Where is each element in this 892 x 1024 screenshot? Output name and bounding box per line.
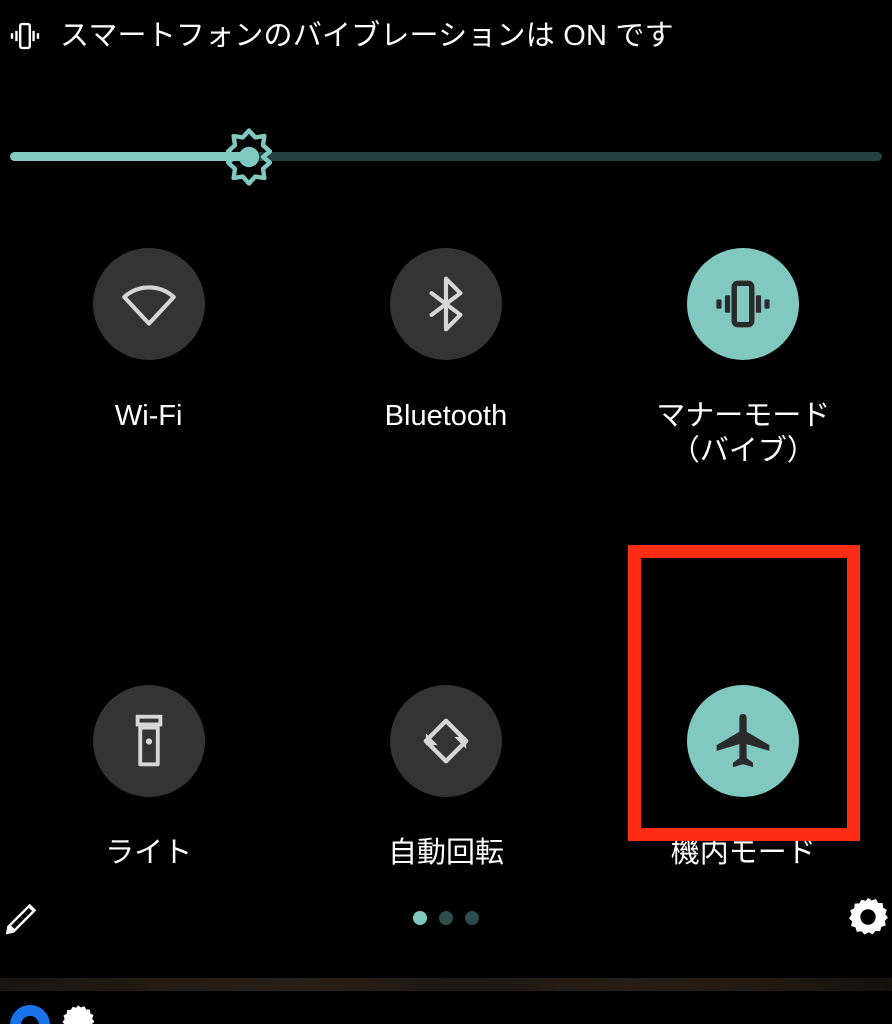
brightness-slider[interactable] [0, 128, 892, 188]
auto-rotate-icon [423, 718, 469, 764]
tile-bluetooth[interactable]: Bluetooth [297, 248, 594, 469]
tile-auto-rotate-circle[interactable] [389, 685, 502, 797]
page-dot-3[interactable] [465, 911, 479, 925]
tile-flashlight-label: ライト [105, 837, 193, 869]
tile-auto-rotate-label: 自動回転 [387, 837, 504, 869]
vibration-status-text: スマートフォンのバイブレーションは ON です [60, 20, 674, 52]
vibration-icon [716, 280, 770, 328]
tile-airplane-mode[interactable]: 機内モード [595, 685, 892, 871]
home-screen-peek [0, 991, 892, 1024]
gear-icon[interactable] [846, 895, 890, 939]
tile-bluetooth-label: Bluetooth [384, 400, 508, 432]
tile-row: Wi-Fi Bluetooth マナーモード （バイブ） [0, 248, 892, 469]
white-gear-app-icon[interactable] [60, 1003, 96, 1024]
airplane-icon [716, 713, 770, 768]
slider-fill [10, 152, 250, 161]
vibration-status-header: スマートフォンのバイブレーションは ON です [0, 0, 892, 72]
tile-bluetooth-circle[interactable] [389, 248, 502, 360]
tile-flashlight[interactable]: ライト [0, 685, 297, 871]
tile-manner-mode-vibrate[interactable]: マナーモード （バイブ） [595, 248, 892, 469]
tile-wifi-label: Wi-Fi [114, 400, 183, 432]
tile-manner-mode-vibrate-circle[interactable] [687, 248, 800, 360]
tile-flashlight-circle[interactable] [92, 685, 205, 797]
wifi-icon [121, 285, 176, 326]
tile-airplane-mode-label: 機内モード [670, 837, 816, 869]
page-dot-1[interactable] [413, 911, 427, 925]
tile-wifi[interactable]: Wi-Fi [0, 248, 297, 469]
blue-circle-app-icon[interactable] [10, 1005, 50, 1024]
bluetooth-icon [429, 276, 463, 332]
brightness-sun-icon[interactable] [220, 128, 278, 186]
quick-settings-tiles: Wi-Fi Bluetooth マナーモード （バイブ） ライト 自動回転 機内… [0, 248, 892, 871]
tile-airplane-mode-circle[interactable] [687, 685, 800, 797]
quick-settings-footer [0, 885, 892, 951]
quick-settings-panel: スマートフォンのバイブレーションは ON です Wi-Fi Bluetooth … [0, 0, 892, 978]
vibration-icon [10, 22, 40, 50]
tile-manner-mode-vibrate-label: マナーモード （バイブ） [656, 400, 831, 467]
page-indicator[interactable] [0, 911, 892, 925]
tile-auto-rotate[interactable]: 自動回転 [297, 685, 594, 871]
page-dot-2[interactable] [439, 911, 453, 925]
wallpaper-strip [0, 978, 892, 991]
tile-wifi-circle[interactable] [92, 248, 205, 360]
tile-row: ライト 自動回転 機内モード [0, 685, 892, 871]
flashlight-icon [135, 714, 162, 767]
